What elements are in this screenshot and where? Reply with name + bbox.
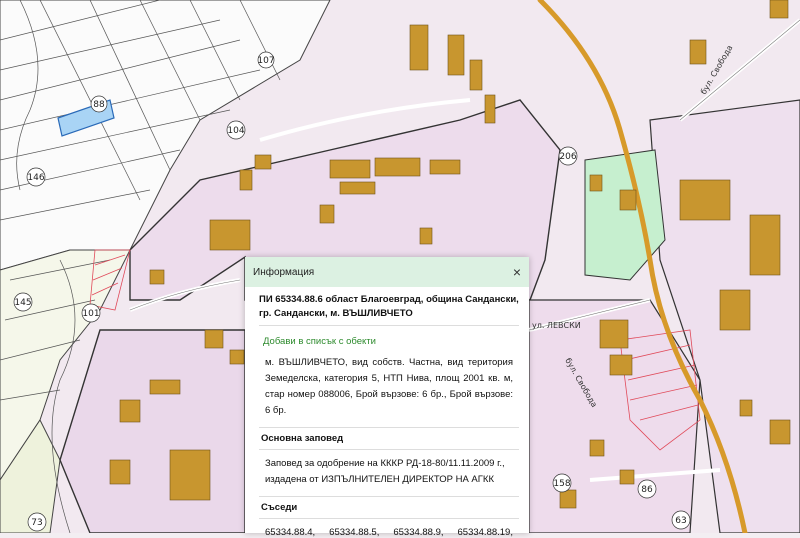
parcel-label: 158 [553, 479, 570, 489]
popup-header: Информация × [245, 257, 529, 287]
parcel-description: м. ВЪШЛИВЧЕТО, вид собств. Частна, вид т… [265, 357, 513, 416]
info-popup: Информация × ПИ 65334.88.6 област Благое… [245, 257, 529, 538]
order-heading: Основна заповед [259, 427, 519, 450]
parcel-label: 101 [82, 309, 99, 319]
parcel-label: 145 [14, 298, 31, 308]
popup-title: Информация [253, 266, 315, 278]
parcel-label: 63 [675, 516, 686, 526]
neighbors-list: 65334.88.4, 65334.88.5, 65334.88.9, 6533… [259, 519, 519, 538]
parcel-label: 107 [257, 56, 274, 66]
parcel-label: 86 [641, 485, 653, 495]
neighbors-heading: Съседи [259, 496, 519, 519]
parcel-label: 206 [559, 152, 576, 162]
order-text: Заповед за одобрение на КККР РД-18-80/11… [265, 458, 505, 485]
popup-body: ПИ 65334.88.6 област Благоевград, община… [245, 287, 529, 538]
parcel-label: 104 [227, 126, 244, 136]
parcel-label: 88 [93, 100, 105, 110]
close-icon[interactable]: × [513, 265, 521, 279]
parcel-heading: ПИ 65334.88.6 област Благоевград, община… [259, 293, 519, 326]
street-label: ул. ЛЕВСКИ [532, 321, 581, 330]
add-to-list-link[interactable]: Добави в списък с обекти [263, 336, 519, 347]
parcel-label: 146 [27, 173, 44, 183]
parcel-label: 73 [31, 518, 42, 528]
